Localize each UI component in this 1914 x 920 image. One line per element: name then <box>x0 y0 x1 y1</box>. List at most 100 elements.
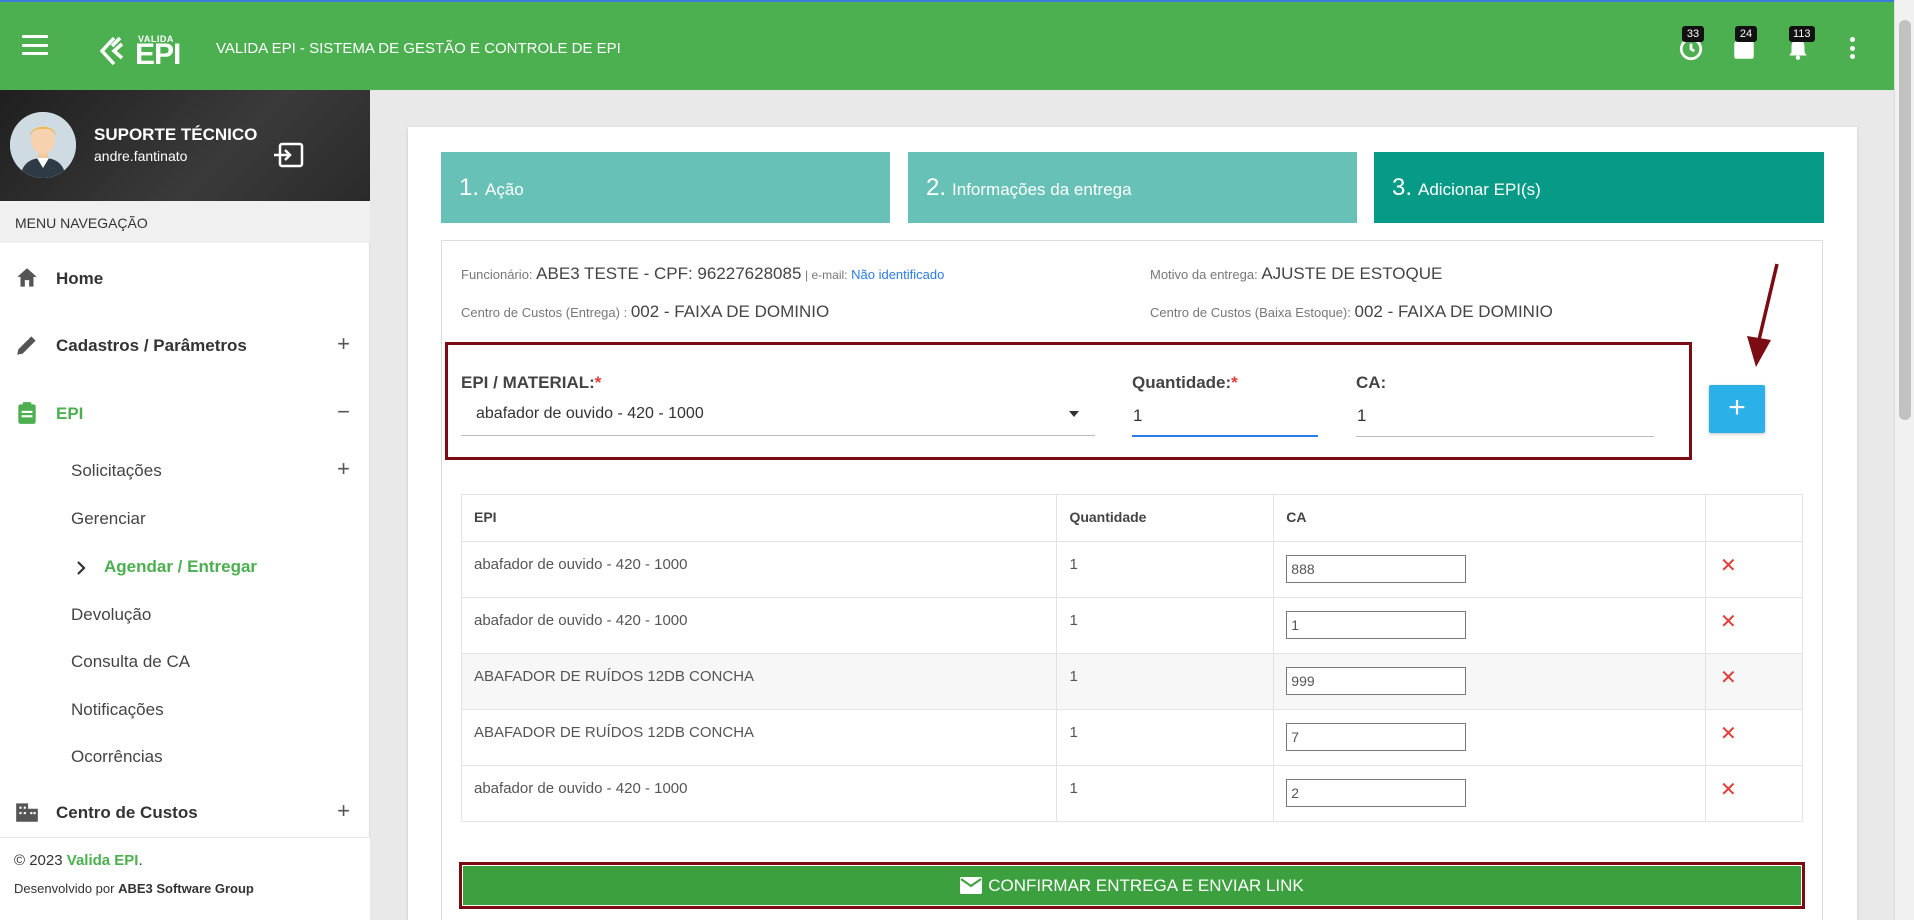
required-mark: * <box>594 373 602 392</box>
footer-brand-link[interactable]: Valida EPI <box>67 852 139 869</box>
logout-icon[interactable] <box>274 142 304 168</box>
sidebar-subitem-solicitacoes[interactable]: Solicitações + <box>0 453 370 489</box>
sidebar-subitem-gerenciar[interactable]: Gerenciar <box>0 501 370 537</box>
sidebar-subitem-label: Agendar / Entregar <box>104 557 258 576</box>
table-row: abafador de ouvido - 420 - 1000 1 ✕ <box>460 541 1803 598</box>
step-adicionar-epi[interactable]: 3. Adicionar EPI(s) <box>1374 152 1824 223</box>
header-quantidade: Quantidade <box>1056 494 1275 542</box>
step-informacoes[interactable]: 2. Informações da entrega <box>908 152 1357 223</box>
clock-badge: 33 <box>1682 26 1704 42</box>
step-number: 1. <box>459 173 480 201</box>
cell-actions: ✕ <box>1705 653 1803 710</box>
ca-label: CA: <box>1356 373 1387 392</box>
cc-baixa-label: Centro de Custos (Baixa Estoque): <box>1150 305 1351 320</box>
cell-epi: ABAFADOR DE RUÍDOS 12DB CONCHA <box>460 653 1058 710</box>
funcionario-value: ABE3 TESTE - CPF: 96227628085 <box>536 264 802 283</box>
logo-big-text: EPI <box>135 38 181 71</box>
cell-quantidade: 1 <box>1056 765 1275 822</box>
user-login: andre.fantinato <box>94 148 188 164</box>
sidebar: SUPORTE TÉCNICO andre.fantinato MENU NAV… <box>0 90 370 920</box>
table-row: ABAFADOR DE RUÍDOS 12DB CONCHA 1 ✕ <box>460 653 1803 710</box>
cell-quantidade: 1 <box>1056 541 1275 598</box>
step-label: Informações da entrega <box>952 179 1132 199</box>
footer-company: ABE3 Software Group <box>118 881 254 896</box>
delete-row-icon[interactable]: ✕ <box>1720 553 1737 578</box>
more-options-icon[interactable] <box>1845 37 1859 59</box>
cell-ca <box>1273 709 1707 766</box>
expand-icon[interactable]: + <box>337 331 350 357</box>
quantidade-underline <box>1132 435 1318 437</box>
logo-diamond-icon <box>100 36 124 66</box>
email-link[interactable]: Não identificado <box>851 267 944 282</box>
expand-icon[interactable]: + <box>337 456 350 482</box>
add-epi-button[interactable]: + <box>1709 385 1765 433</box>
confirm-delivery-label: CONFIRMAR ENTREGA E ENVIAR LINK <box>988 875 1304 895</box>
delete-row-icon[interactable]: ✕ <box>1720 665 1737 690</box>
sidebar-item-home[interactable]: Home <box>0 258 370 298</box>
annotation-arrow-icon <box>1747 263 1779 367</box>
calendar-button[interactable]: 24 <box>1731 26 1757 62</box>
sidebar-subitem-devolucao[interactable]: Devolução <box>0 597 370 633</box>
expand-icon[interactable]: + <box>337 798 350 824</box>
page-scrollbar[interactable] <box>1894 0 1914 920</box>
user-avatar-icon <box>10 112 76 178</box>
cell-ca <box>1273 765 1707 822</box>
avatar <box>10 112 76 178</box>
building-icon <box>16 803 38 822</box>
bell-badge: 113 <box>1789 26 1815 42</box>
scrollbar-thumb[interactable] <box>1899 20 1911 420</box>
sidebar-subitem-consulta-ca[interactable]: Consulta de CA <box>0 644 370 680</box>
ca-input[interactable]: 1 <box>1357 406 1366 426</box>
funcionario-label: Funcionário: <box>461 267 533 282</box>
step-label: Adicionar EPI(s) <box>1418 179 1541 199</box>
confirm-delivery-button[interactable]: CONFIRMAR ENTREGA E ENVIAR LINK <box>463 866 1801 905</box>
epi-material-select[interactable]: abafador de ouvido - 420 - 1000 <box>476 405 704 423</box>
ca-row-input[interactable] <box>1286 555 1467 583</box>
cell-quantidade: 1 <box>1056 709 1275 766</box>
dropdown-caret-icon[interactable] <box>1069 411 1079 417</box>
clipboard-icon <box>18 402 36 424</box>
ca-row-input[interactable] <box>1286 667 1467 695</box>
delete-row-icon[interactable]: ✕ <box>1720 609 1737 634</box>
quantidade-input[interactable]: 1 <box>1133 406 1142 426</box>
sidebar-subitem-agendar[interactable]: Agendar / Entregar <box>0 549 370 585</box>
table-row: abafador de ouvido - 420 - 1000 1 ✕ <box>460 765 1803 822</box>
ca-row-input[interactable] <box>1286 779 1467 807</box>
sidebar-subitem-notificacoes[interactable]: Notificações <box>0 692 370 728</box>
app-title: VALIDA EPI - SISTEMA DE GESTÃO E CONTROL… <box>216 40 621 57</box>
sidebar-item-label: Home <box>56 269 104 288</box>
cell-quantidade: 1 <box>1056 653 1275 710</box>
collapse-icon[interactable]: − <box>337 399 350 425</box>
cell-actions: ✕ <box>1705 709 1803 766</box>
sidebar-subitem-label: Notificações <box>71 700 164 719</box>
info-motivo: Motivo da entrega: AJUSTE DE ESTOQUE <box>1150 264 1442 284</box>
sidebar-subitem-label: Devolução <box>71 605 152 624</box>
quantidade-label: Quantidade:* <box>1132 373 1238 393</box>
footer-copy-text: © 2023 <box>14 852 67 869</box>
ca-row-input[interactable] <box>1286 611 1467 639</box>
cc-baixa-value: 002 - FAIXA DE DOMINIO <box>1354 302 1553 321</box>
table-row: ABAFADOR DE RUÍDOS 12DB CONCHA 1 ✕ <box>460 709 1803 766</box>
cell-quantidade: 1 <box>1056 597 1275 654</box>
header-ca: CA <box>1273 494 1707 542</box>
epi-select-underline <box>461 435 1095 436</box>
ca-row-input[interactable] <box>1286 723 1467 751</box>
notifications-button[interactable]: 113 <box>1785 26 1815 62</box>
hamburger-menu-icon[interactable] <box>22 35 48 55</box>
sidebar-subitem-ocorrencias[interactable]: Ocorrências <box>0 739 370 775</box>
top-bar: VALIDA EPI VALIDA EPI - SISTEMA DE GESTÃ… <box>0 0 1894 90</box>
sidebar-item-epi[interactable]: EPI − <box>0 393 370 433</box>
cell-actions: ✕ <box>1705 541 1803 598</box>
history-button[interactable]: 33 <box>1678 26 1704 62</box>
footer-copyright: © 2023 Valida EPI. <box>14 852 356 869</box>
cell-actions: ✕ <box>1705 597 1803 654</box>
sidebar-item-cadastros[interactable]: Cadastros / Parâmetros + <box>0 325 370 365</box>
footer-dev-text: Desenvolvido por <box>14 881 119 896</box>
sidebar-item-centro-custos[interactable]: Centro de Custos + <box>0 792 370 832</box>
step-acao[interactable]: 1. Ação <box>441 152 890 223</box>
home-icon <box>17 268 37 287</box>
app-logo[interactable]: VALIDA EPI <box>100 24 185 70</box>
cc-entrega-label: Centro de Custos (Entrega) : <box>461 305 628 320</box>
delete-row-icon[interactable]: ✕ <box>1720 721 1737 746</box>
delete-row-icon[interactable]: ✕ <box>1720 777 1737 802</box>
